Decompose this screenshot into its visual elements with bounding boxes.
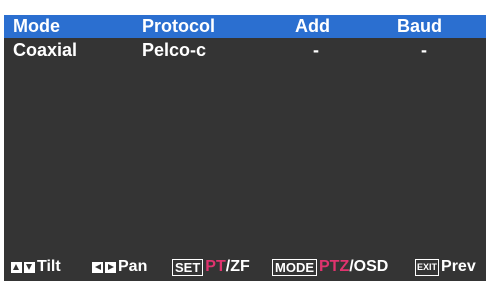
- header-mode: Mode: [13, 16, 60, 36]
- header-protocol: Protocol: [142, 16, 216, 36]
- set-accent: PT: [205, 258, 226, 275]
- mode-accent: PTZ: [319, 258, 350, 275]
- mode-rest: /OSD: [349, 258, 389, 275]
- hint-pan: Pan: [92, 255, 147, 279]
- header-baud: Baud: [397, 16, 442, 36]
- table-row[interactable]: Coaxial Pelco-c - -: [4, 40, 486, 60]
- key-hints-bar: Tilt Pan SET PT /ZF MODE PTZ /OSD EXIT P…: [4, 255, 486, 279]
- hint-exit: EXIT Prev: [415, 255, 476, 279]
- osd-menu-panel: Mode Protocol Add Baud Coaxial Pelco-c -…: [4, 15, 486, 281]
- cell-protocol[interactable]: Pelco-c: [142, 40, 206, 60]
- header-add: Add: [295, 16, 330, 36]
- cell-add[interactable]: -: [313, 40, 319, 60]
- cell-baud[interactable]: -: [421, 40, 427, 60]
- exit-key: EXIT: [415, 258, 440, 276]
- hint-mode: MODE PTZ /OSD: [272, 255, 388, 279]
- down-arrow-icon: [24, 261, 35, 273]
- up-arrow-icon: [11, 261, 22, 273]
- tilt-label: Tilt: [37, 258, 61, 275]
- pan-label: Pan: [118, 258, 148, 275]
- right-arrow-icon: [105, 261, 116, 273]
- cell-mode[interactable]: Coaxial: [13, 40, 77, 60]
- left-arrow-icon: [92, 261, 103, 273]
- hint-tilt: Tilt: [11, 255, 61, 279]
- table-header: Mode Protocol Add Baud: [4, 15, 486, 38]
- set-rest: /ZF: [225, 258, 250, 275]
- hint-set: SET PT /ZF: [172, 255, 250, 279]
- mode-key: MODE: [272, 258, 317, 276]
- exit-rest: Prev: [441, 258, 476, 275]
- set-key: SET: [172, 258, 204, 276]
